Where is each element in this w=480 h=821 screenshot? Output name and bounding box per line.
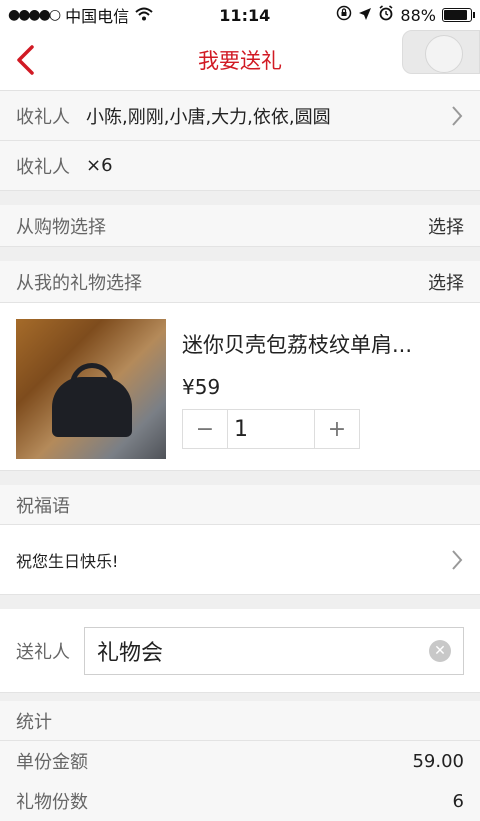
- gift-count-row: 礼物份数 6: [0, 781, 480, 821]
- product-info: 迷你贝壳包荔枝纹单肩... ¥59 − 1 +: [182, 319, 464, 454]
- product-price: ¥59: [182, 375, 221, 399]
- chevron-left-icon: [17, 45, 34, 75]
- select-from-shopping-label: 从购物选择: [16, 216, 106, 238]
- stats-header-label: 统计: [16, 711, 52, 733]
- section-gap: [0, 595, 480, 609]
- unit-amount-row: 单份金额 59.00: [0, 741, 480, 781]
- carrier-name: 中国电信: [65, 7, 130, 26]
- blessing-header: 祝福语: [0, 485, 480, 525]
- blessing-row[interactable]: 祝您生日快乐!: [0, 525, 480, 595]
- sender-label: 送礼人: [16, 641, 70, 663]
- select-from-shopping-button[interactable]: 选择: [428, 213, 464, 239]
- chevron-right-icon: [452, 549, 463, 570]
- select-from-shopping-row[interactable]: 从购物选择 选择: [0, 205, 480, 247]
- sender-input[interactable]: 礼物会 ✕: [84, 626, 464, 675]
- battery-icon: [441, 8, 475, 22]
- increment-button[interactable]: +: [315, 410, 359, 448]
- recipients-count-row: 收礼人 ×6: [0, 141, 480, 191]
- recipients-names: 小陈,刚刚,小唐,大力,依依,圆圆: [86, 106, 331, 128]
- section-gap: [0, 247, 480, 261]
- battery-fill: [443, 10, 467, 20]
- wifi-icon: [135, 6, 153, 25]
- battery-percent: 88%: [400, 5, 436, 25]
- product-image[interactable]: [16, 319, 166, 459]
- bag-body: [52, 377, 132, 437]
- alarm-clock-icon: [378, 5, 394, 25]
- select-from-gifts-row[interactable]: 从我的礼物选择 选择: [0, 261, 480, 303]
- recipients-label: 收礼人: [16, 106, 70, 128]
- product-name[interactable]: 迷你贝壳包荔枝纹单肩...: [182, 329, 464, 359]
- clear-icon[interactable]: ✕: [429, 639, 451, 662]
- decrement-button[interactable]: −: [183, 410, 227, 448]
- unit-amount-value: 59.00: [412, 750, 464, 772]
- recipients-count: ×6: [86, 155, 113, 176]
- blessing-header-label: 祝福语: [16, 495, 70, 517]
- signal-strength-icon: ●●●●○: [8, 7, 61, 23]
- recipients-count-label: 收礼人: [16, 156, 70, 178]
- section-gap: [0, 191, 480, 205]
- unit-amount-label: 单份金额: [16, 752, 88, 773]
- product-card: 迷你贝壳包荔枝纹单肩... ¥59 − 1 +: [0, 303, 480, 471]
- quantity-stepper: − 1 +: [182, 409, 360, 449]
- back-button[interactable]: [10, 42, 40, 78]
- status-bar: ●●●●○ 中国电信 11:14 88%: [0, 0, 480, 30]
- select-from-gifts-button[interactable]: 选择: [428, 269, 464, 295]
- section-gap: [0, 693, 480, 701]
- clock: 11:14: [219, 5, 271, 25]
- assistive-touch-icon: [425, 35, 463, 73]
- blessing-text: 祝您生日快乐!: [16, 551, 119, 571]
- gift-count-value: 6: [452, 790, 464, 812]
- sender-value: 礼物会: [97, 640, 164, 666]
- assistive-touch-button[interactable]: [402, 30, 480, 74]
- chevron-right-icon: [452, 105, 463, 126]
- section-gap: [0, 471, 480, 485]
- select-from-gifts-label: 从我的礼物选择: [16, 272, 142, 294]
- rotation-lock-icon: [336, 5, 352, 25]
- sender-row: 送礼人 礼物会 ✕: [0, 609, 480, 693]
- location-arrow-icon: [358, 6, 372, 25]
- quantity-value[interactable]: 1: [227, 410, 315, 448]
- page-title: 我要送礼: [198, 49, 282, 73]
- stats-header: 统计: [0, 701, 480, 741]
- recipients-row[interactable]: 收礼人 小陈,刚刚,小唐,大力,依依,圆圆: [0, 91, 480, 141]
- gift-count-label: 礼物份数: [16, 792, 88, 813]
